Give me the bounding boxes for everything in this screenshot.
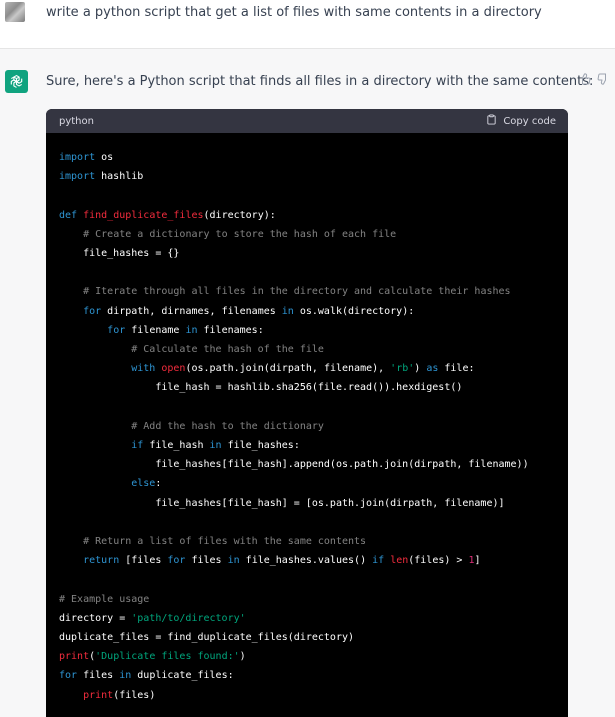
code-line: if file_hash in file_hashes: — [131, 440, 300, 452]
code-line: file_hashes[file_hash].append(os.path.jo… — [59, 459, 529, 471]
copy-code-label: Copy code — [503, 115, 556, 127]
thumbs-down-icon[interactable] — [597, 73, 609, 85]
code-line: def find_duplicate_files(directory): — [59, 209, 276, 221]
assistant-intro-text: Sure, here's a Python script that finds … — [46, 74, 594, 89]
code-line: print('Duplicate files found:') — [59, 651, 246, 663]
code-line: # Example usage — [59, 593, 150, 605]
code-line: else: — [131, 478, 162, 490]
code-line: directory = 'path/to/directory' — [59, 612, 246, 624]
code-line: file_hash = hashlib.sha256(file.read()).… — [59, 382, 463, 394]
clipboard-icon — [486, 114, 497, 128]
code-content: import os import hashlib def find_duplic… — [46, 133, 568, 705]
user-avatar — [5, 2, 25, 22]
code-language-label: python — [59, 115, 94, 127]
code-line: # Return a list of files with the same c… — [83, 536, 367, 548]
code-line: with open(os.path.join(dirpath, filename… — [131, 363, 475, 375]
feedback-buttons — [579, 73, 609, 85]
code-line: return [files for files in file_hashes.v… — [83, 555, 481, 567]
code-line: # Iterate through all files in the direc… — [83, 286, 511, 298]
code-line: import hashlib — [59, 171, 144, 183]
user-message-row: write a python script that get a list of… — [0, 0, 615, 49]
code-line: file_hashes[file_hash] = [os.path.join(d… — [59, 497, 505, 509]
code-block: python Copy code import os import hashli… — [46, 109, 568, 717]
code-line: # Calculate the hash of the file — [131, 344, 324, 356]
code-line: file_hashes = {} — [59, 248, 180, 260]
code-line: for filename in filenames: — [107, 324, 264, 336]
copy-code-button[interactable]: Copy code — [486, 114, 556, 128]
code-header: python Copy code — [46, 109, 568, 133]
code-line: import os — [59, 152, 114, 163]
code-line: for dirpath, dirnames, filenames in os.w… — [83, 305, 415, 317]
user-message-text: write a python script that get a list of… — [46, 5, 542, 20]
code-line: duplicate_files = find_duplicate_files(d… — [59, 632, 355, 644]
assistant-message-row: Sure, here's a Python script that finds … — [0, 49, 615, 717]
code-line: print(files) — [83, 689, 156, 701]
openai-logo-icon — [5, 70, 28, 93]
code-line: for files in duplicate_files: — [59, 670, 234, 682]
code-line: # Create a dictionary to store the hash … — [83, 228, 397, 240]
code-line: # Add the hash to the dictionary — [131, 420, 324, 432]
thumbs-up-icon[interactable] — [579, 73, 591, 85]
